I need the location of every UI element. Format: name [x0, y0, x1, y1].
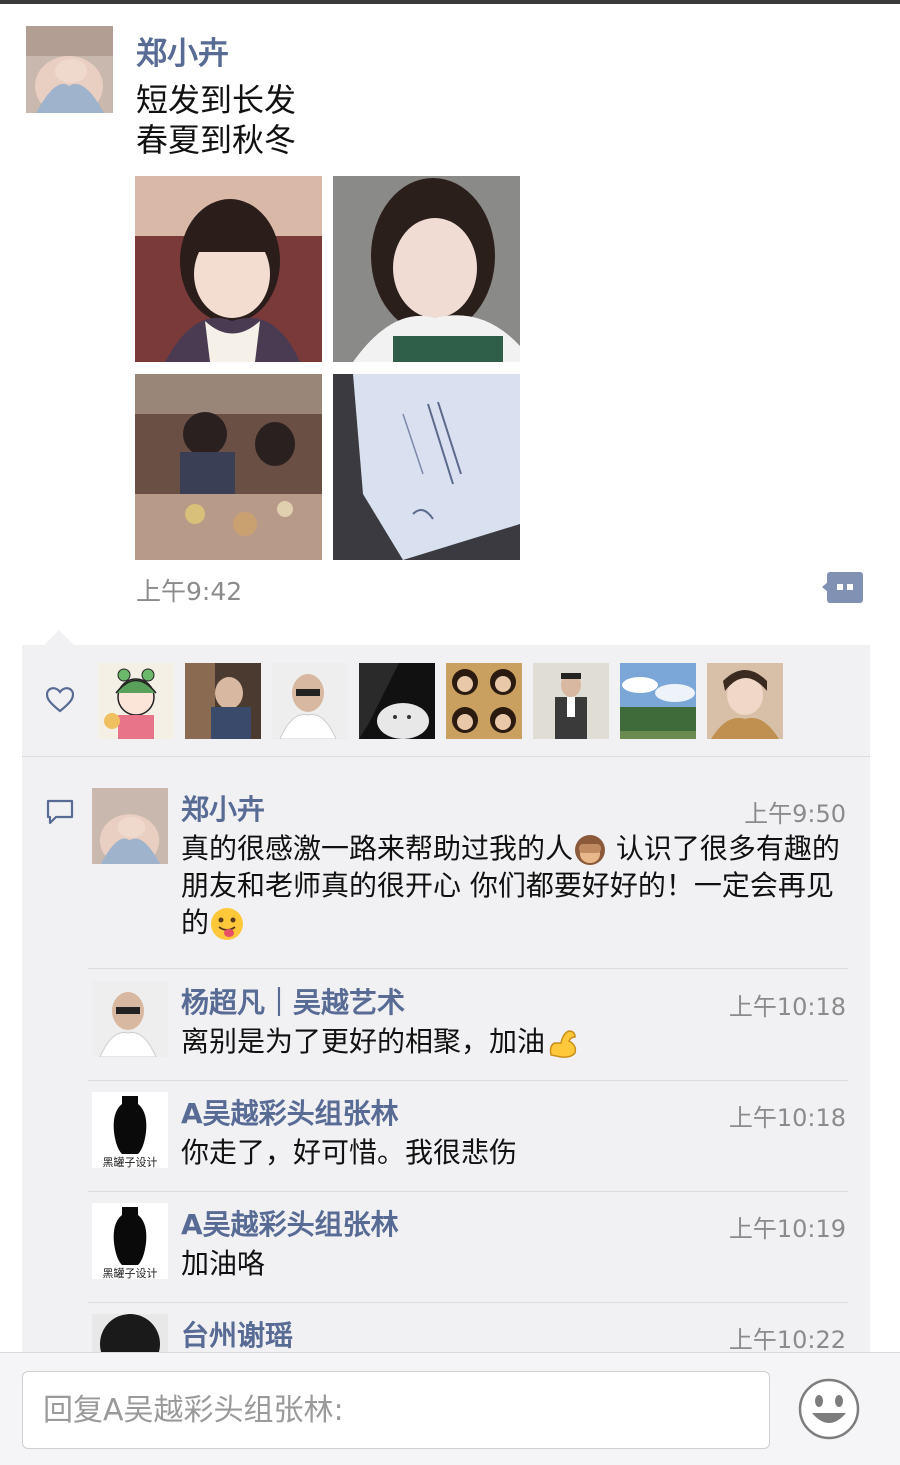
- commenter-name[interactable]: 台州谢瑶: [181, 1314, 293, 1354]
- comment-text-part: 离别是为了更好的相聚，加油: [181, 1025, 546, 1058]
- liker-avatar[interactable]: [446, 663, 522, 739]
- comment-divider: [88, 968, 848, 969]
- liker-avatar[interactable]: [98, 663, 174, 739]
- reply-bar: [0, 1352, 900, 1465]
- photo-grid: [135, 176, 521, 562]
- commenter-avatar[interactable]: 黑罐子设计: [92, 1092, 168, 1168]
- comment-item[interactable]: 杨超凡｜吴越艺术 上午10:18 离别是为了更好的相聚，加油: [92, 981, 848, 1081]
- commenter-name[interactable]: A吴越彩头组张林: [181, 1092, 399, 1132]
- photo-thumbnail[interactable]: [135, 374, 322, 560]
- liker-avatar[interactable]: [272, 663, 348, 739]
- comment-time: 上午10:19: [728, 1215, 846, 1243]
- comment-icon: [46, 799, 74, 825]
- post-text: 短发到长发 春夏到秋冬: [136, 80, 296, 160]
- liker-avatar[interactable]: [620, 663, 696, 739]
- post-time: 上午9:42: [136, 577, 243, 606]
- comment-time: 上午9:50: [744, 800, 846, 828]
- post-text-line: 春夏到秋冬: [136, 121, 297, 159]
- post-text-line: 短发到长发: [136, 81, 297, 119]
- commenter-name[interactable]: A吴越彩头组张林: [181, 1203, 399, 1243]
- likes-row: [22, 645, 870, 757]
- interaction-panel: 郑小卉 上午9:50 真的很感激一路来帮助过我的人 认识了很多有趣的朋友和老师真…: [22, 645, 870, 1355]
- heart-icon: [46, 687, 74, 713]
- commenter-avatar[interactable]: 黑罐子设计: [92, 1203, 168, 1279]
- comment-item[interactable]: 黑罐子设计 A吴越彩头组张林 上午10:18 你走了，好可惜。我很悲伤: [92, 1092, 848, 1192]
- tongue-out-face-icon: [211, 908, 244, 940]
- commenter-avatar[interactable]: [92, 981, 168, 1057]
- commenter-avatar[interactable]: [92, 788, 168, 864]
- flexed-biceps-icon: [549, 1030, 577, 1058]
- photo-thumbnail[interactable]: [333, 176, 520, 362]
- avatar-caption: 黑罐子设计: [102, 1156, 158, 1168]
- comment-item[interactable]: 台州谢瑶 上午10:22: [92, 1314, 848, 1355]
- commenter-avatar[interactable]: [92, 1314, 168, 1355]
- comment-text-part: 真的很感激一路来帮助过我的人: [181, 832, 574, 865]
- comment-time: 上午10:18: [728, 993, 846, 1021]
- photo-thumbnail[interactable]: [135, 176, 322, 362]
- liker-avatar[interactable]: [185, 663, 261, 739]
- more-actions-button[interactable]: [822, 572, 863, 603]
- comment-divider: [88, 1080, 848, 1081]
- commenter-name[interactable]: 郑小卉: [181, 788, 265, 828]
- author-avatar[interactable]: [26, 26, 113, 113]
- comment-item[interactable]: 黑罐子设计 A吴越彩头组张林 上午10:19 加油咯: [92, 1203, 848, 1303]
- liker-avatar[interactable]: [359, 663, 435, 739]
- author-name[interactable]: 郑小卉: [136, 28, 229, 73]
- avatar-caption: 黑罐子设计: [102, 1267, 158, 1279]
- comment-time: 上午10:18: [728, 1104, 846, 1132]
- comment-text: 离别是为了更好的相聚，加油: [181, 1023, 841, 1061]
- photo-thumbnail[interactable]: [333, 374, 520, 560]
- comment-text: 加油咯: [181, 1247, 266, 1280]
- liker-avatar[interactable]: [707, 663, 783, 739]
- reply-input[interactable]: [22, 1371, 770, 1449]
- commenter-name[interactable]: 杨超凡｜吴越艺术: [181, 981, 405, 1021]
- liker-avatar[interactable]: [533, 663, 609, 739]
- comment-divider: [88, 1191, 848, 1192]
- comment-bubble-icon: [822, 572, 863, 603]
- panel-pointer: [44, 630, 74, 645]
- top-border: [0, 0, 900, 4]
- comment-item[interactable]: 郑小卉 上午9:50 真的很感激一路来帮助过我的人 认识了很多有趣的朋友和老师真…: [92, 788, 848, 958]
- see-no-evil-monkey-icon: [575, 835, 606, 865]
- emoji-button[interactable]: [797, 1377, 861, 1441]
- comment-text: 你走了，好可惜。我很悲伤: [181, 1136, 518, 1169]
- comment-time: 上午10:22: [728, 1326, 846, 1354]
- comment-divider: [88, 1302, 848, 1303]
- smiley-face-icon: [798, 1378, 860, 1440]
- comment-text: 真的很感激一路来帮助过我的人 认识了很多有趣的朋友和老师真的很开心 你们都要好好…: [181, 830, 841, 942]
